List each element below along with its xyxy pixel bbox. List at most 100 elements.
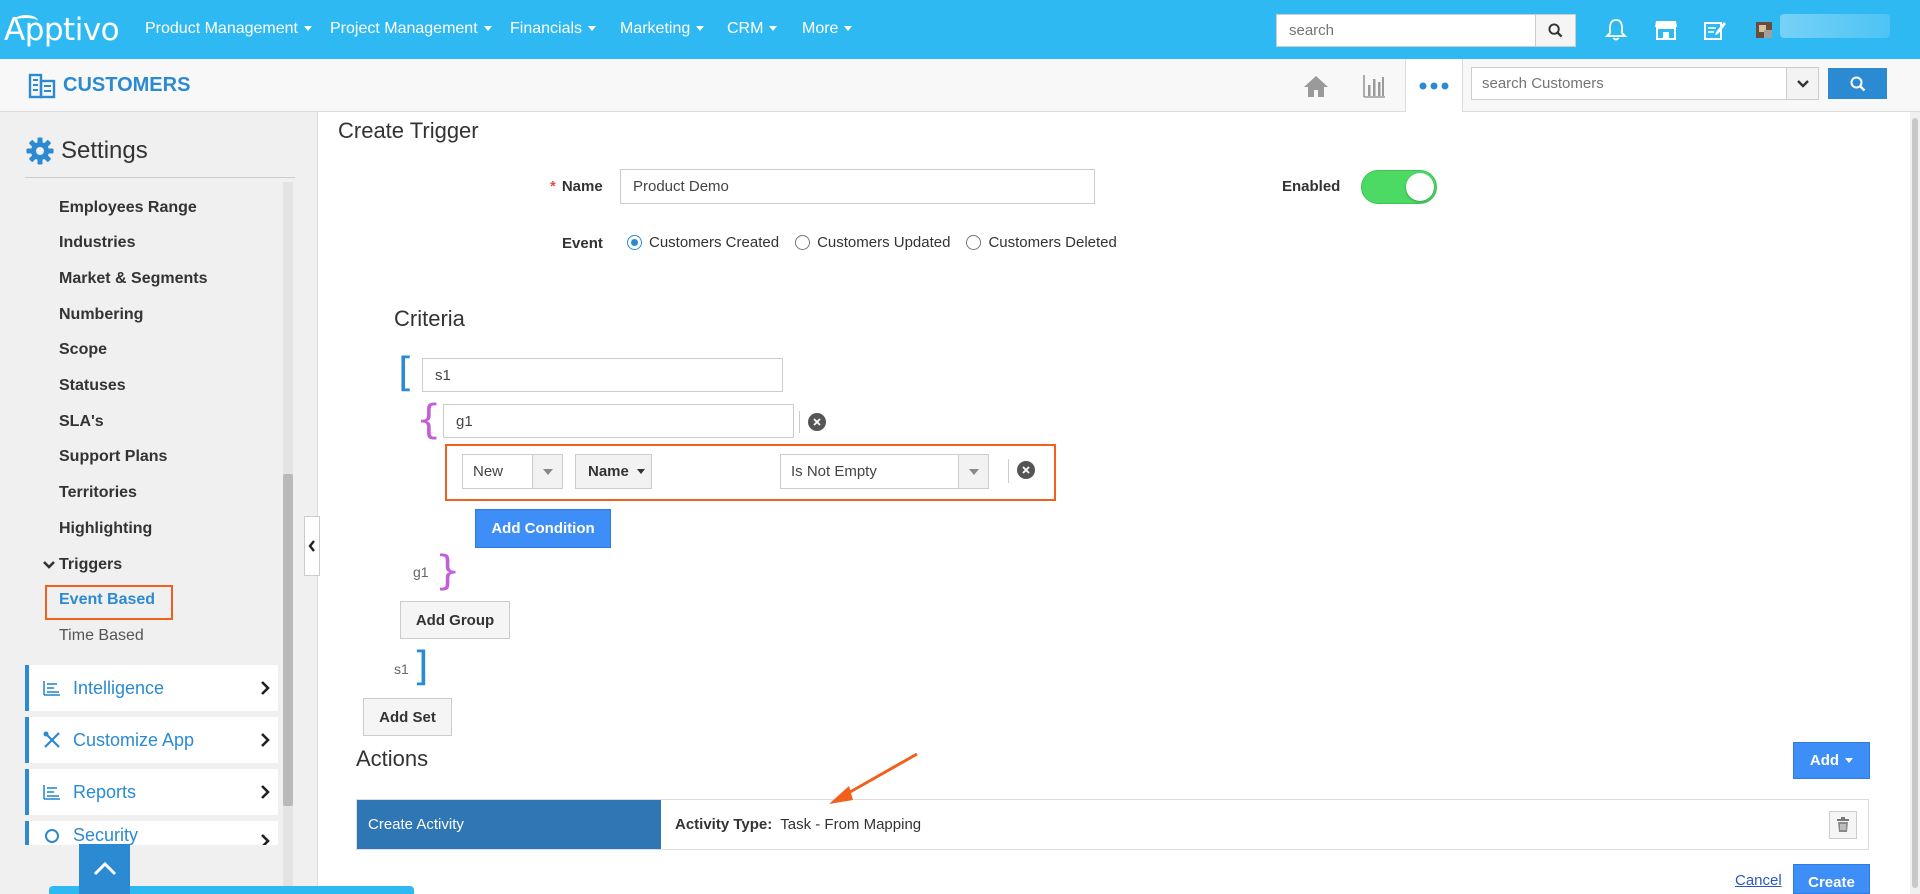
sidebar-scrollbar[interactable] <box>283 182 293 892</box>
nav-label: Financials <box>510 20 583 37</box>
add-group-button[interactable]: Add Group <box>400 601 510 639</box>
name-label: * Name <box>550 178 603 195</box>
avatar-icon <box>1756 22 1772 38</box>
sidebar-item-numbering[interactable]: Numbering <box>59 306 143 324</box>
radio-customers-deleted[interactable] <box>966 235 982 250</box>
sidebar-item-market-segments[interactable]: Market & Segments <box>59 270 208 288</box>
toggle-knob <box>1406 173 1434 201</box>
sidebar-item-support-plans[interactable]: Support Plans <box>59 448 167 466</box>
condition-prefix-select[interactable]: New <box>462 454 563 489</box>
actions-title: Actions <box>356 746 429 771</box>
enabled-toggle[interactable] <box>1361 170 1437 204</box>
action-row: Create Activity Activity Type: Task - Fro… <box>356 799 1869 850</box>
caret-down-icon <box>968 468 979 475</box>
home-button[interactable] <box>1298 69 1334 103</box>
set-name-input[interactable]: s1 <box>422 358 783 392</box>
annotation-arrow-icon <box>829 752 918 804</box>
scrollbar-thumb[interactable] <box>1912 118 1918 888</box>
customer-search-button[interactable] <box>1828 68 1887 99</box>
add-action-button[interactable]: Add <box>1793 742 1870 779</box>
nav-label: Project Management <box>330 20 478 37</box>
name-input[interactable]: Product Demo <box>620 169 1095 204</box>
sidebar-item-event-based[interactable]: Event Based <box>59 591 155 609</box>
remove-condition-button[interactable] <box>1017 461 1035 479</box>
enabled-label: Enabled <box>1282 178 1341 195</box>
scroll-to-top-button[interactable] <box>79 844 130 894</box>
condition-operator-select[interactable]: Is Not Empty <box>780 454 989 489</box>
sidebar-item-employees-range[interactable]: Employees Range <box>59 199 197 217</box>
nav-crm[interactable]: CRM <box>727 20 778 38</box>
bell-icon <box>1605 19 1627 41</box>
notifications-button[interactable] <box>1602 16 1630 44</box>
sidebar-section-intelligence[interactable]: Intelligence <box>25 665 278 711</box>
compose-button[interactable] <box>1701 16 1729 44</box>
reports-chart-button[interactable] <box>1356 69 1392 103</box>
nav-financials[interactable]: Financials <box>510 20 597 38</box>
cancel-link[interactable]: Cancel <box>1735 872 1782 889</box>
chevron-right-icon <box>261 785 270 799</box>
customer-search-dropdown[interactable] <box>1786 68 1818 99</box>
global-search-button[interactable] <box>1535 15 1575 46</box>
bar-chart-icon <box>1363 75 1385 98</box>
section-label: Customize App <box>73 729 195 750</box>
dropdown-toggle[interactable] <box>532 455 562 488</box>
sidebar-item-industries[interactable]: Industries <box>59 234 135 252</box>
nav-project-management[interactable]: Project Management <box>330 20 492 38</box>
sidebar-section-customize-app[interactable]: Customize App <box>25 717 278 763</box>
page-scrollbar[interactable] <box>1910 112 1920 894</box>
nav-label: Product Management <box>145 20 298 37</box>
customer-search <box>1471 67 1819 100</box>
caret-down-icon <box>769 26 778 32</box>
caret-down-icon <box>636 469 645 474</box>
sidebar-item-territories[interactable]: Territories <box>59 484 137 502</box>
apptivo-logo[interactable]: Apptivo <box>4 12 120 48</box>
nav-more[interactable]: More <box>802 20 853 38</box>
more-dots-icon <box>1419 82 1449 89</box>
remove-group-button[interactable] <box>808 413 826 431</box>
sidebar-item-slas[interactable]: SLA's <box>59 413 104 431</box>
nav-product-management[interactable]: Product Management <box>145 20 312 38</box>
sidebar-section-reports[interactable]: Reports <box>25 769 278 815</box>
more-options-button[interactable] <box>1405 59 1463 112</box>
add-set-button[interactable]: Add Set <box>363 698 452 736</box>
caret-down-icon <box>483 26 492 32</box>
divider <box>1008 459 1009 483</box>
radio-customers-created[interactable] <box>627 235 642 250</box>
add-condition-button[interactable]: Add Condition <box>475 509 611 548</box>
sidebar-item-time-based[interactable]: Time Based <box>59 627 144 645</box>
global-search-input[interactable] <box>1277 15 1535 46</box>
radio-label: Customers Updated <box>817 234 951 251</box>
caret-down-icon <box>303 26 312 32</box>
radio-customers-updated[interactable] <box>795 235 811 250</box>
user-name-redacted[interactable] <box>1780 14 1890 38</box>
building-icon <box>28 73 56 99</box>
page-title: Create Trigger <box>338 118 479 143</box>
sidebar-item-statuses[interactable]: Statuses <box>59 377 126 395</box>
group-name-input[interactable]: g1 <box>443 404 794 438</box>
store-button[interactable] <box>1652 16 1680 44</box>
group-close-brace: } <box>435 548 461 594</box>
customer-search-input[interactable] <box>1472 68 1772 99</box>
sidebar-section-security[interactable]: Security <box>25 821 278 845</box>
action-name[interactable]: Create Activity <box>357 800 661 849</box>
sidebar-item-triggers[interactable]: Triggers <box>42 556 122 574</box>
condition-field-select[interactable]: Name <box>575 454 652 489</box>
sidebar-item-scope[interactable]: Scope <box>59 341 107 359</box>
search-icon <box>1850 76 1865 91</box>
collapse-sidebar-button[interactable] <box>304 516 320 576</box>
nav-marketing[interactable]: Marketing <box>620 20 705 38</box>
user-avatar[interactable] <box>1750 16 1778 44</box>
create-button[interactable]: Create <box>1793 864 1870 894</box>
scrollbar-thumb[interactable] <box>283 474 293 806</box>
nav-label: CRM <box>727 20 764 37</box>
delete-action-button[interactable] <box>1829 811 1857 839</box>
caret-down-icon <box>844 26 853 32</box>
caret-down-icon <box>696 26 705 32</box>
sidebar-item-highlighting[interactable]: Highlighting <box>59 520 152 538</box>
chevron-right-icon <box>261 834 270 845</box>
home-icon <box>1304 76 1328 97</box>
dropdown-toggle[interactable] <box>958 455 988 488</box>
app-title[interactable]: CUSTOMERS <box>27 71 190 99</box>
chevron-right-icon <box>261 733 270 747</box>
divider <box>799 411 800 433</box>
